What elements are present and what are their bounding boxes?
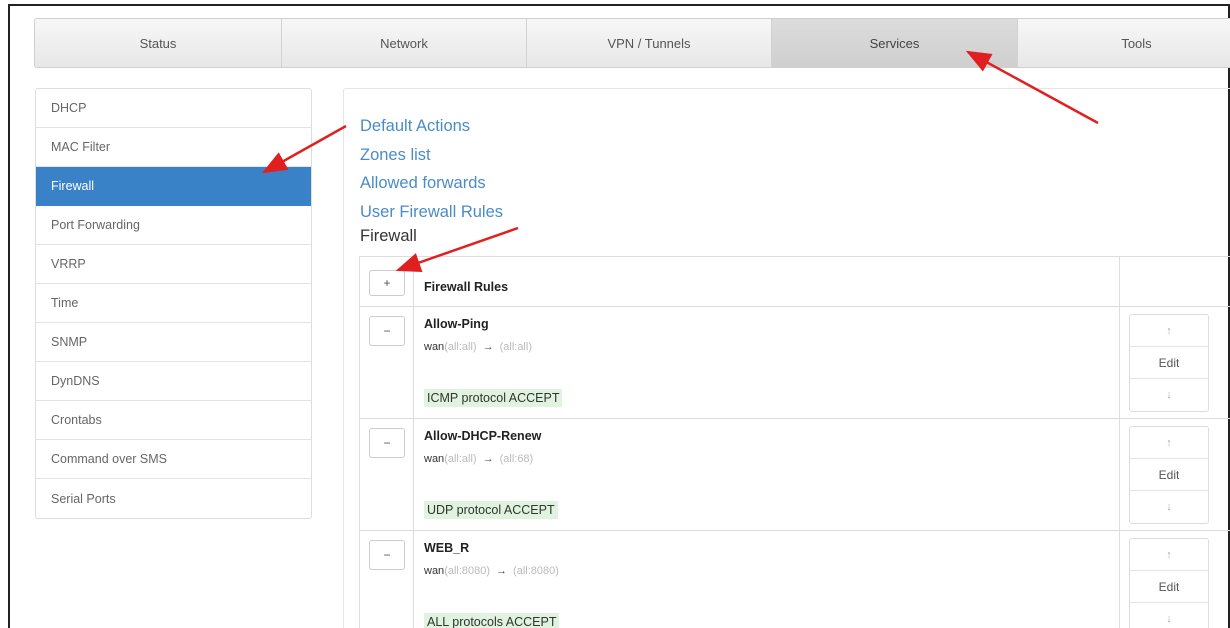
table-header-label: Firewall Rules xyxy=(424,280,509,294)
edit-rule-button[interactable]: Edit xyxy=(1130,571,1208,603)
link-allowed-forwards[interactable]: Allowed forwards xyxy=(360,169,503,198)
link-user-firewall-rules[interactable]: User Firewall Rules xyxy=(360,198,503,227)
remove-rule-button[interactable]: − xyxy=(369,540,405,570)
remove-rule-button[interactable]: − xyxy=(369,428,405,458)
link-default-actions[interactable]: Default Actions xyxy=(360,112,503,141)
rule-action-badge: ALL protocols ACCEPT xyxy=(424,613,560,628)
table-header: + Firewall Rules xyxy=(360,257,1230,307)
rule-name: Allow-Ping xyxy=(424,317,489,331)
edit-rule-button[interactable]: Edit xyxy=(1130,347,1208,379)
rule-src: (all:8080) xyxy=(444,565,491,577)
table-row: − Allow-Ping wan(all:all) → (all:all) ICMP… xyxy=(360,307,1230,419)
rule-src: (all:all) xyxy=(444,341,477,353)
rule-arrow: → xyxy=(482,341,494,353)
sidebar-item-port-forwarding[interactable]: Port Forwarding xyxy=(36,206,311,245)
sidebar-item-mac-filter[interactable]: MAC Filter xyxy=(36,128,311,167)
sidebar-item-time[interactable]: Time xyxy=(36,284,311,323)
firewall-rules-table: + Firewall Rules − Allow-Ping wan(all:al… xyxy=(359,256,1230,628)
rule-controls: ↑ Edit ↓ xyxy=(1129,314,1209,412)
rule-src-zone: wan xyxy=(424,341,445,353)
rule-src-zone: wan xyxy=(424,453,445,465)
services-sidebar: DHCP MAC Filter Firewall Port Forwarding… xyxy=(35,88,312,519)
tab-network[interactable]: Network xyxy=(282,19,527,67)
rule-src-zone: wan xyxy=(424,565,445,577)
table-row: − WEB_R wan(all:8080) → (all:8080) ALL pro… xyxy=(360,531,1230,628)
rule-action-badge: ICMP protocol ACCEPT xyxy=(424,389,563,407)
add-rule-button[interactable]: + xyxy=(369,270,405,296)
rule-controls: ↑ Edit ↓ xyxy=(1129,426,1209,524)
move-up-button[interactable]: ↑ xyxy=(1130,427,1208,459)
rule-dst: (all:68) xyxy=(499,453,534,465)
tab-tools[interactable]: Tools xyxy=(1018,19,1230,67)
rule-dst: (all:8080) xyxy=(513,565,559,577)
firewall-section-links: Default Actions Zones list Allowed forwa… xyxy=(360,112,503,226)
remove-rule-button[interactable]: − xyxy=(369,316,405,346)
rule-description: wan(all:8080) → (all:8080) xyxy=(424,565,559,577)
rule-arrow: → xyxy=(496,565,508,577)
sidebar-item-vrrp[interactable]: VRRP xyxy=(36,245,311,284)
sidebar-item-firewall[interactable]: Firewall xyxy=(36,167,311,206)
move-up-button[interactable]: ↑ xyxy=(1130,539,1208,571)
rule-name: Allow-DHCP-Renew xyxy=(424,429,542,443)
sidebar-item-dyndns[interactable]: DynDNS xyxy=(36,362,311,401)
rule-dst: (all:all) xyxy=(499,341,532,353)
rule-src: (all:all) xyxy=(444,453,477,465)
move-down-button[interactable]: ↓ xyxy=(1130,379,1208,411)
move-up-button[interactable]: ↑ xyxy=(1130,315,1208,347)
tab-services[interactable]: Services xyxy=(772,19,1018,67)
rule-name: WEB_R xyxy=(424,541,470,555)
sidebar-item-dhcp[interactable]: DHCP xyxy=(36,89,311,128)
sidebar-item-snmp[interactable]: SNMP xyxy=(36,323,311,362)
tab-status[interactable]: Status xyxy=(35,19,282,67)
rule-description: wan(all:all) → (all:all) xyxy=(424,341,532,353)
rule-controls: ↑ Edit ↓ xyxy=(1129,538,1209,628)
move-down-button[interactable]: ↓ xyxy=(1130,603,1208,628)
sidebar-item-serial-ports[interactable]: Serial Ports xyxy=(36,479,311,518)
move-down-button[interactable]: ↓ xyxy=(1130,491,1208,523)
edit-rule-button[interactable]: Edit xyxy=(1130,459,1208,491)
link-zones-list[interactable]: Zones list xyxy=(360,141,503,170)
rule-arrow: → xyxy=(482,453,494,465)
sidebar-item-crontabs[interactable]: Crontabs xyxy=(36,401,311,440)
sidebar-item-command-over-sms[interactable]: Command over SMS xyxy=(36,440,311,479)
main-tab-bar: Status Network VPN / Tunnels Services To… xyxy=(34,18,1230,68)
rule-description: wan(all:all) → (all:68) xyxy=(424,453,533,465)
section-title: Firewall xyxy=(360,227,417,245)
tab-vpn-tunnels[interactable]: VPN / Tunnels xyxy=(527,19,772,67)
rule-action-badge: UDP protocol ACCEPT xyxy=(424,501,558,519)
table-row: − Allow-DHCP-Renew wan(all:all) → (all:68)… xyxy=(360,419,1230,531)
